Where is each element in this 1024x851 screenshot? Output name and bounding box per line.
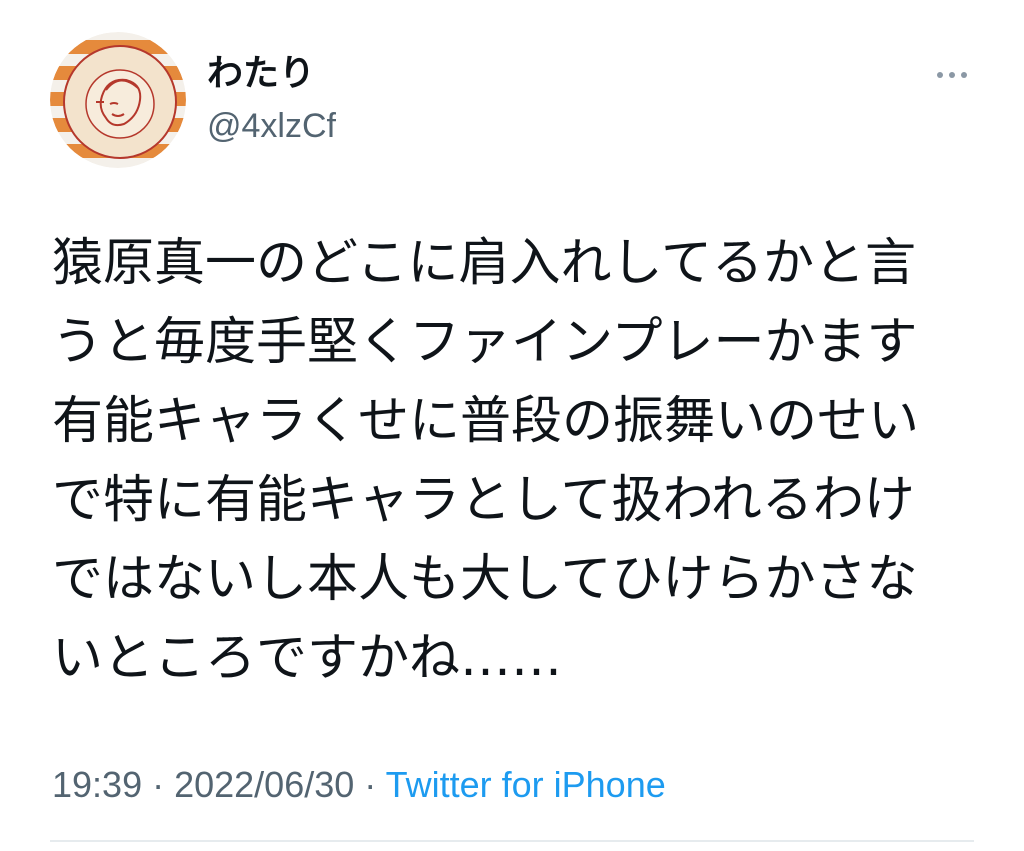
more-dot bbox=[961, 72, 967, 78]
tweet: わたり @4xlzCf 猿原真一のどこに肩入れしてるかと言 うと毎度手堅くファイ… bbox=[0, 0, 1024, 851]
more-horizontal-icon[interactable] bbox=[924, 58, 980, 92]
tweet-text-line: いところですかね…… bbox=[52, 629, 563, 688]
tweet-source-link[interactable]: Twitter for iPhone bbox=[386, 764, 666, 805]
tweet-text: 猿原真一のどこに肩入れしてるかと言 うと毎度手堅くファインプレーかます 有能キャ… bbox=[52, 224, 962, 698]
tweet-text-line: で特に有能キャラとして扱われるわけ bbox=[52, 471, 915, 530]
tweet-text-line: 有能キャラくせに普段の振舞いのせい bbox=[52, 392, 920, 451]
meta-separator: · bbox=[142, 764, 175, 805]
gyoza-mascot-avatar-icon bbox=[50, 32, 186, 168]
tweet-time[interactable]: 19:39 bbox=[52, 764, 142, 805]
divider bbox=[50, 840, 974, 842]
tweet-text-line: うと毎度手堅くファインプレーかます bbox=[52, 313, 918, 372]
meta-separator: · bbox=[354, 764, 386, 805]
display-name[interactable]: わたり bbox=[207, 52, 315, 96]
tweet-date[interactable]: 2022/06/30 bbox=[174, 764, 354, 805]
avatar[interactable] bbox=[50, 32, 186, 168]
more-dot bbox=[949, 72, 955, 78]
tweet-text-line: 猿原真一のどこに肩入れしてるかと言 bbox=[52, 234, 916, 293]
more-dot bbox=[937, 72, 943, 78]
user-handle[interactable]: @4xlzCf bbox=[207, 104, 336, 148]
tweet-meta: 19:39 · 2022/06/30 · Twitter for iPhone bbox=[52, 762, 666, 808]
tweet-text-line: ではないし本人も大してひけらかさな bbox=[52, 550, 918, 609]
